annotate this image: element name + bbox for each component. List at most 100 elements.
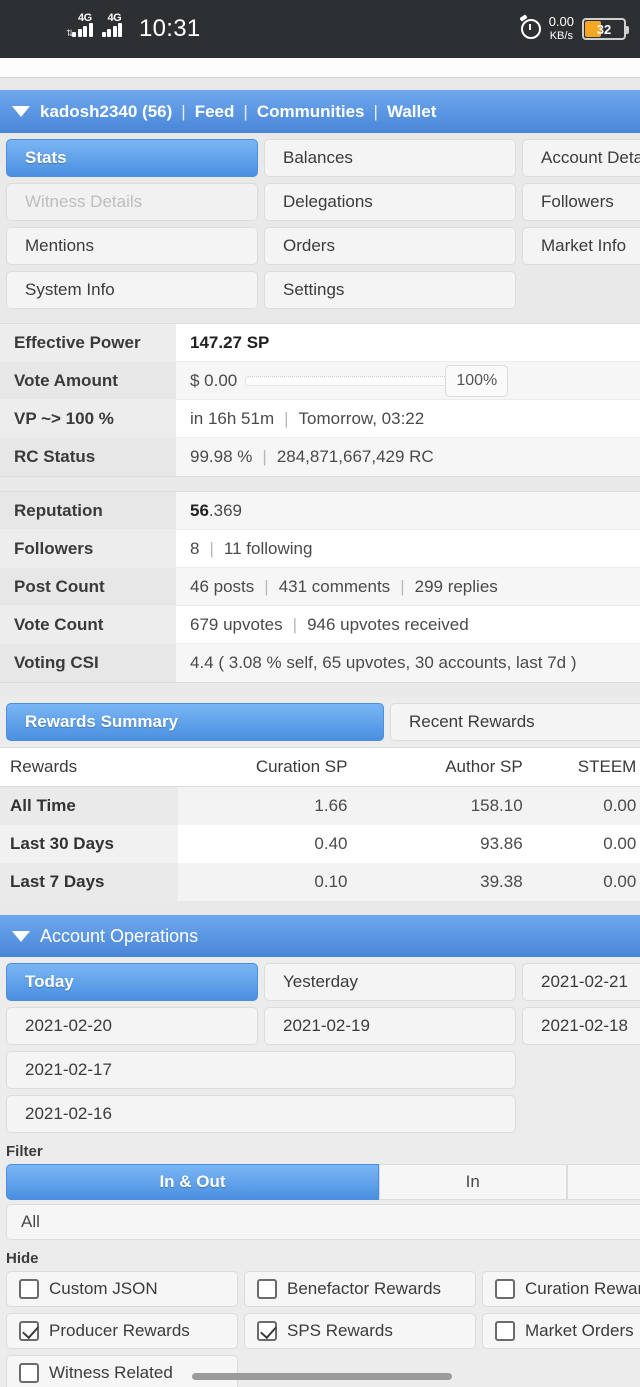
checkbox-unchecked-icon[interactable] — [495, 1321, 515, 1341]
tab-orders[interactable]: Orders — [264, 227, 516, 265]
chevron-down-icon[interactable] — [12, 930, 30, 942]
filter-in-button[interactable]: In — [379, 1164, 567, 1200]
vp-eta: in 16h 51m — [190, 408, 275, 428]
account-operations-header[interactable]: Account Operations — [0, 915, 640, 957]
tab-stats[interactable]: Stats — [6, 139, 258, 177]
tab-delegations[interactable]: Delegations — [264, 183, 516, 221]
row-label: RC Status — [0, 438, 176, 476]
vote-weight-slider[interactable]: 100% — [245, 364, 509, 397]
hide-option-producer-rewards[interactable]: Producer Rewards — [6, 1313, 238, 1349]
tab-recent-rewards[interactable]: Recent Rewards — [390, 703, 640, 741]
value-separator: | — [292, 614, 298, 634]
row-label: Followers — [0, 530, 176, 567]
voting-csi-value: 4.4 ( 3.08 % self, 65 upvotes, 30 accoun… — [190, 653, 577, 672]
row-value: 4.4 ( 3.08 % self, 65 upvotes, 30 accoun… — [176, 644, 640, 682]
filter-out-button[interactable] — [566, 1164, 640, 1200]
col-header-author: Author SP — [357, 748, 533, 787]
date-button-2021-02-16[interactable]: 2021-02-16 — [6, 1095, 516, 1133]
slider-percent-label[interactable]: 100% — [445, 364, 509, 397]
tab-settings[interactable]: Settings — [264, 271, 516, 309]
hide-option-market-orders[interactable]: Market Orders — [482, 1313, 640, 1349]
hide-option-custom-json[interactable]: Custom JSON — [6, 1271, 238, 1307]
date-button-today[interactable]: Today — [6, 963, 258, 1001]
date-button-2021-02-17[interactable]: 2021-02-17 — [6, 1051, 516, 1089]
network-speed: 0.00 KB/s — [549, 14, 574, 44]
col-header-curation: Curation SP — [177, 748, 358, 787]
reputation-value: 56.369 — [190, 500, 243, 520]
tab-rewards-summary[interactable]: Rewards Summary — [6, 703, 384, 741]
row-label: Effective Power — [0, 324, 176, 361]
hide-options-grid: Custom JSON Benefactor Rewards Curation Re… — [0, 1271, 640, 1387]
date-button-2021-02-19[interactable]: 2021-02-19 — [264, 1007, 516, 1045]
table-row: RC Status 99.98 % | 284,871,667,429 RC — [0, 438, 640, 476]
alarm-clock-icon — [520, 19, 541, 39]
cell-author-sp: 158.10 — [470, 796, 523, 815]
date-button-yesterday[interactable]: Yesterday — [264, 963, 516, 1001]
rc-amount: 284,871,667,429 RC — [276, 447, 434, 466]
tab-grid: Stats Balances Account Detail Witness Detai… — [6, 139, 640, 309]
tab-system-info[interactable]: System Info — [6, 271, 258, 309]
hide-option-sps-rewards[interactable]: SPS Rewards — [244, 1313, 476, 1349]
date-filter-grid: Today Yesterday 2021-02-21 2021-02-20 2021-0… — [0, 957, 640, 1133]
col-header-rewards: Rewards — [0, 748, 178, 787]
tab-balances[interactable]: Balances — [264, 139, 516, 177]
value-separator: | — [209, 538, 214, 558]
tab-market-info[interactable]: Market Info — [522, 227, 640, 265]
table-row: VP ~> 100 % in 16h 51m | Tomorrow, 03:22 — [0, 400, 640, 438]
table-row: Reputation 56.369 — [0, 492, 640, 530]
horizontal-scrollbar[interactable] — [0, 1373, 640, 1383]
battery-level-label: 32 — [596, 21, 612, 37]
chevron-down-icon[interactable] — [12, 106, 30, 117]
checkbox-checked-icon[interactable] — [19, 1321, 39, 1341]
tab-mentions[interactable]: Mentions — [6, 227, 258, 265]
date-button-2021-02-18[interactable]: 2021-02-18 — [522, 1007, 640, 1045]
row-label: VP ~> 100 % — [0, 400, 176, 437]
posts-count: 46 posts — [190, 576, 255, 596]
nav-account-link[interactable]: kadosh2340 (56) — [40, 102, 172, 122]
tab-account-detail[interactable]: Account Detail — [522, 139, 640, 177]
filter-in-and-out-button[interactable]: In & Out — [6, 1164, 379, 1200]
cell-steem: 0.00 — [603, 872, 637, 891]
stats-table: Reputation 56.369 Followers 8 | 11 follo… — [0, 491, 640, 683]
table-row: Effective Power 147.27 SP Si — [0, 324, 640, 362]
network-speed-unit: KB/s — [549, 30, 573, 42]
row-value: in 16h 51m | Tomorrow, 03:22 — [176, 400, 640, 437]
rewards-table: Rewards Curation SP Author SP STEEM SBD … — [0, 747, 640, 901]
rewards-body: All Time1.66158.100.007.85Last 30 Days0.… — [0, 786, 640, 901]
row-label: Vote Amount — [0, 362, 176, 399]
cell-curation-sp: 1.66 — [314, 796, 348, 815]
checkbox-unchecked-icon[interactable] — [19, 1279, 39, 1299]
nav-feed-link[interactable]: Feed — [195, 102, 235, 122]
checkbox-unchecked-icon[interactable] — [495, 1279, 515, 1299]
effective-power-value: 147.27 SP — [190, 332, 270, 352]
section-tabs: Stats Balances Account Detail Witness Detai… — [0, 133, 640, 309]
nav-communities-link[interactable]: Communities — [257, 102, 365, 122]
hide-option-curation-rewards[interactable]: Curation Rewards — [482, 1271, 640, 1307]
comments-count: 431 comments — [278, 576, 391, 596]
android-status-bar: 4G ⇅ 4G 10:31 0.00 KB/s 32 — [0, 0, 640, 58]
cell-curation-sp: 0.10 — [314, 872, 348, 891]
filter-all-button[interactable]: All — [6, 1204, 640, 1240]
checkbox-unchecked-icon[interactable] — [257, 1279, 277, 1299]
checkbox-checked-icon[interactable] — [257, 1321, 277, 1341]
row-label: Post Count — [0, 568, 176, 605]
hide-option-label: Custom JSON — [49, 1279, 158, 1298]
data-transfer-arrows-icon: ⇅ — [66, 28, 74, 38]
row-label: Vote Count — [0, 606, 176, 643]
row-value: 8 | 11 following — [176, 530, 640, 567]
table-row: Followers 8 | 11 following — [0, 530, 640, 568]
followers-count: 8 — [190, 538, 200, 558]
network-type-label-1: 4G — [78, 12, 92, 24]
cell-reward-period: Last 30 Days — [0, 825, 178, 863]
date-button-2021-02-20[interactable]: 2021-02-20 — [6, 1007, 258, 1045]
vote-amount-value: $ 0.00 — [190, 370, 238, 390]
tab-witness-details[interactable]: Witness Details — [6, 183, 258, 221]
scrollbar-thumb[interactable] — [192, 1373, 452, 1380]
row-value: 56.369 — [176, 492, 640, 529]
hide-option-benefactor-rewards[interactable]: Benefactor Rewards — [244, 1271, 476, 1307]
date-button-2021-02-21[interactable]: 2021-02-21 — [522, 963, 640, 1001]
tab-followers[interactable]: Followers — [522, 183, 640, 221]
table-row: Voting CSI 4.4 ( 3.08 % self, 65 upvotes… — [0, 644, 640, 682]
rewards-header-row: Rewards Curation SP Author SP STEEM SBD — [0, 748, 640, 787]
nav-wallet-link[interactable]: Wallet — [387, 102, 436, 122]
